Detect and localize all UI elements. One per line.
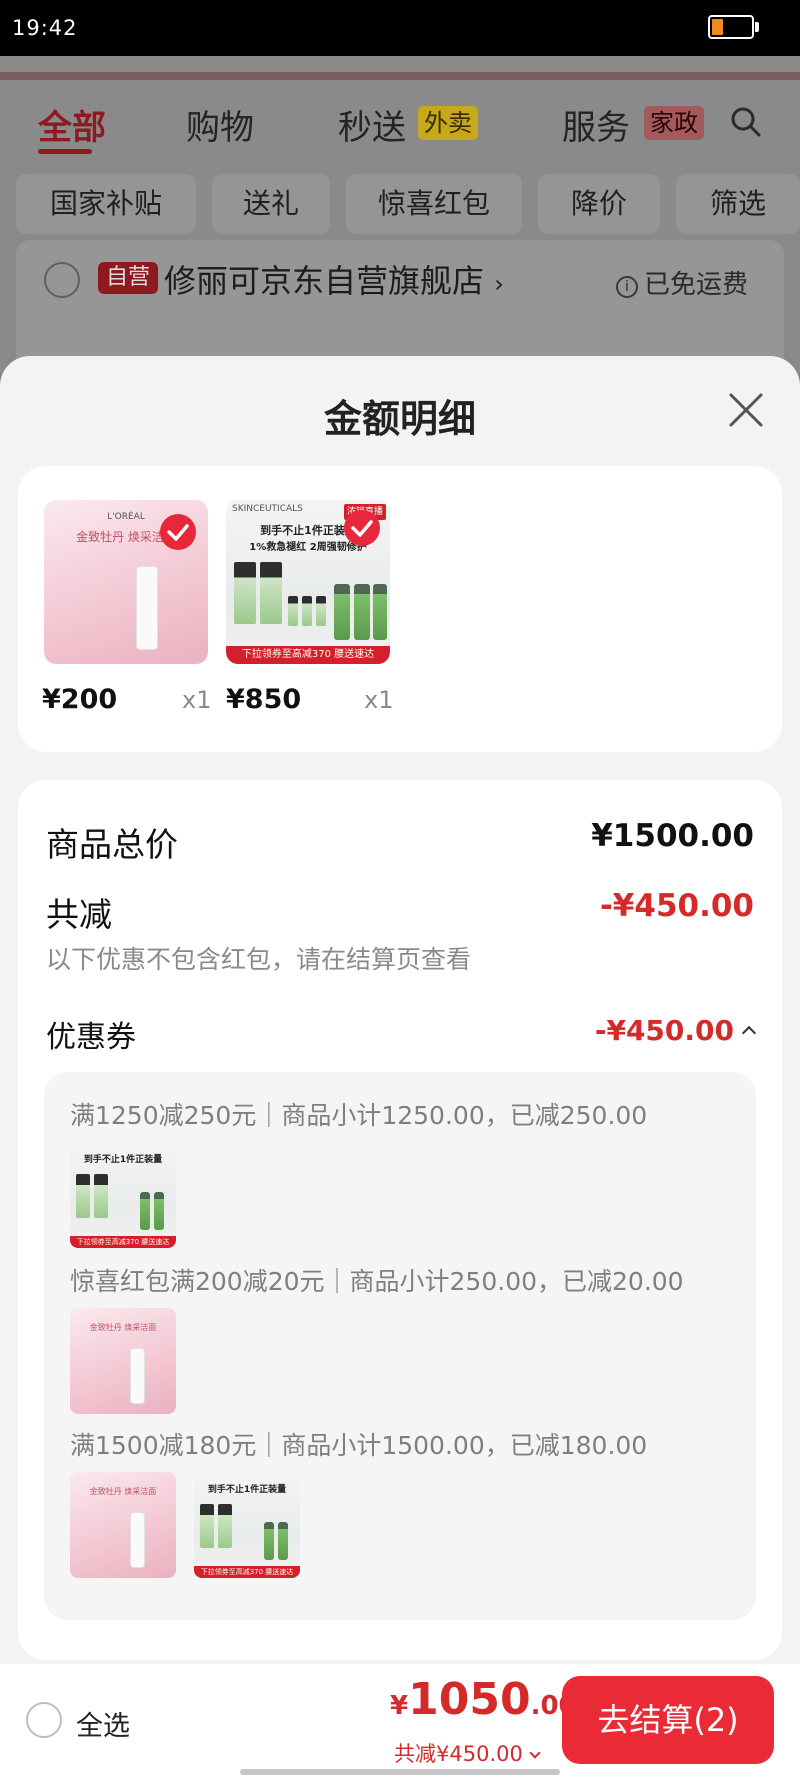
product-price: ¥200 xyxy=(42,684,118,715)
chip-gift[interactable]: 送礼 xyxy=(212,174,330,234)
total-discount-toggle[interactable]: 共减¥450.00 xyxy=(394,1738,541,1768)
store-name-text: 修丽可京东自营旗舰店 xyxy=(164,262,485,300)
takeout-badge: 外卖 xyxy=(418,106,478,140)
status-time: 19:42 xyxy=(12,16,78,40)
check-icon xyxy=(160,514,196,550)
battery-level xyxy=(712,19,723,35)
coupon-product-thumb-loreal: 金致牡丹 焕采洁面 xyxy=(70,1472,176,1578)
battery-tip xyxy=(755,22,759,32)
thumb-promo-strip: 下拉领券至高减370 腰送速达 xyxy=(70,1236,176,1248)
free-shipping-info: i 已免运费 xyxy=(616,264,748,301)
coupon-detail-box: 满1250减250元｜商品小计1250.00，已减250.00 到手不止1件正装… xyxy=(44,1072,756,1620)
tab-shopping[interactable]: 购物 xyxy=(186,100,254,149)
search-icon[interactable] xyxy=(730,106,762,138)
product-qty: x1 xyxy=(182,686,212,714)
product-dropper-bottle xyxy=(200,1504,214,1548)
product-dropper-bottle xyxy=(234,562,256,624)
product-tube xyxy=(136,566,158,650)
product-thumb-skinceuticals[interactable]: SKINCEUTICALS 浓销直播 到手不止1件正装量 1%救急褪红 2周强韧… xyxy=(226,500,390,664)
selected-products-card: L'ORÉAL 金致牡丹 焕采洁面 ¥200 x1 SKINCEUTICALS … xyxy=(18,466,782,752)
discount-note: 以下优惠不包含红包，请在结算页查看 xyxy=(46,945,472,974)
store-select-radio[interactable] xyxy=(44,262,80,298)
info-icon: i xyxy=(616,276,638,298)
product-dropper-bottle xyxy=(76,1174,90,1218)
product-price: ¥850 xyxy=(226,684,302,715)
select-all-radio[interactable] xyxy=(26,1702,62,1738)
product-green-bottle xyxy=(264,1522,274,1560)
coupon-value: -¥450.00 xyxy=(594,1014,734,1047)
total-price-integer: 1050 xyxy=(408,1674,531,1725)
self-operated-badge: 自营 xyxy=(98,262,159,294)
chip-price-drop[interactable]: 降价 xyxy=(538,174,660,234)
housekeeping-badge: 家政 xyxy=(644,106,704,140)
price-detail-card: 商品总价 ¥1500.00 共减 -¥450.00 以下优惠不包含红包，请在结算… xyxy=(18,780,782,1660)
discount-label: 共减 xyxy=(46,895,112,934)
product-green-bottle xyxy=(154,1192,164,1230)
product-green-bottle xyxy=(140,1192,150,1230)
coupon-line: 惊喜红包满200减20元｜商品小计250.00，已减20.00 xyxy=(70,1267,684,1296)
tab-services[interactable]: 服务 xyxy=(562,100,630,149)
total-price: ¥1050.00 xyxy=(390,1674,577,1725)
chip-filter[interactable]: 筛选 xyxy=(676,174,800,234)
thumb-promo-strip: 下拉领券至高减370 腰送速达 xyxy=(226,646,390,664)
select-all-label[interactable]: 全选 xyxy=(76,1704,130,1743)
free-shipping-text: 已免运费 xyxy=(644,270,749,300)
thumb-promo-strip: 下拉领券至高减370 腰送速达 xyxy=(194,1566,300,1578)
product-mini-bottle xyxy=(302,596,312,626)
amount-detail-sheet: 金额明细 L'ORÉAL 金致牡丹 焕采洁面 ¥200 x1 SKINCEUTI… xyxy=(0,356,800,1777)
chevron-down-icon xyxy=(529,1747,541,1759)
sheet-title: 金额明细 xyxy=(323,397,476,441)
checkout-button[interactable]: 去结算(2) xyxy=(562,1676,774,1764)
tab-miaosong[interactable]: 秒送 xyxy=(338,100,406,149)
currency-symbol: ¥ xyxy=(390,1691,409,1721)
product-thumb-loreal[interactable]: L'ORÉAL 金致牡丹 焕采洁面 xyxy=(44,500,208,664)
coupon-line: 满1250减250元｜商品小计1250.00，已减250.00 xyxy=(70,1101,648,1130)
coupon-product-thumb-skinceuticals: 到手不止1件正装量 下拉领券至高减370 腰送速达 xyxy=(70,1142,176,1248)
tab-all-underline xyxy=(38,149,92,154)
product-dropper-bottle xyxy=(94,1174,108,1218)
home-indicator xyxy=(240,1769,560,1775)
store-name[interactable]: 修丽可京东自营旗舰店 › xyxy=(164,256,504,302)
product-green-bottle xyxy=(278,1522,288,1560)
product-dropper-bottle xyxy=(260,562,282,624)
total-price-value: ¥1500.00 xyxy=(591,818,754,854)
total-price-label: 商品总价 xyxy=(46,825,178,864)
discount-value: -¥450.00 xyxy=(599,888,754,924)
coupon-label: 优惠券 xyxy=(46,1020,136,1055)
product-green-bottle xyxy=(334,584,350,640)
chevron-up-icon xyxy=(741,1025,757,1041)
chip-surprise-redpacket[interactable]: 惊喜红包 xyxy=(346,174,522,234)
thumb-banner-line1: 到手不止1件正装量 xyxy=(207,1485,287,1495)
thumb-banner-line1: 到手不止1件正装量 xyxy=(83,1155,163,1165)
chevron-right-icon: › xyxy=(494,270,504,298)
total-discount-text: 共减¥450.00 xyxy=(394,1742,523,1766)
coupon-toggle[interactable]: -¥450.00 xyxy=(594,1014,757,1047)
product-tube xyxy=(130,1512,145,1568)
coupon-product-thumb-skinceuticals: 到手不止1件正装量 下拉领券至高减370 腰送速达 xyxy=(194,1472,300,1578)
status-bar: 19:42 xyxy=(0,0,800,56)
thumb-caption: 金致牡丹 焕采洁面 xyxy=(89,1487,157,1496)
product-green-bottle xyxy=(373,584,387,640)
product-green-bottle xyxy=(354,584,370,640)
product-mini-bottle xyxy=(316,596,326,626)
check-icon xyxy=(344,510,380,546)
chip-national-subsidy[interactable]: 国家补贴 xyxy=(16,174,196,234)
tab-all[interactable]: 全部 xyxy=(38,100,106,149)
product-mini-bottle xyxy=(288,596,298,626)
product-tube xyxy=(130,1348,145,1404)
header-strip xyxy=(0,72,800,80)
battery-icon xyxy=(708,15,754,39)
product-qty: x1 xyxy=(364,686,394,714)
coupon-product-thumb-loreal: 金致牡丹 焕采洁面 xyxy=(70,1308,176,1414)
coupon-line: 满1500减180元｜商品小计1500.00，已减180.00 xyxy=(70,1431,648,1460)
thumb-caption: 金致牡丹 焕采洁面 xyxy=(89,1323,157,1332)
close-icon[interactable] xyxy=(726,390,766,430)
product-dropper-bottle xyxy=(218,1504,232,1548)
checkout-bar: 全选 ¥1050.00 共减¥450.00 去结算(2) xyxy=(0,1664,800,1777)
